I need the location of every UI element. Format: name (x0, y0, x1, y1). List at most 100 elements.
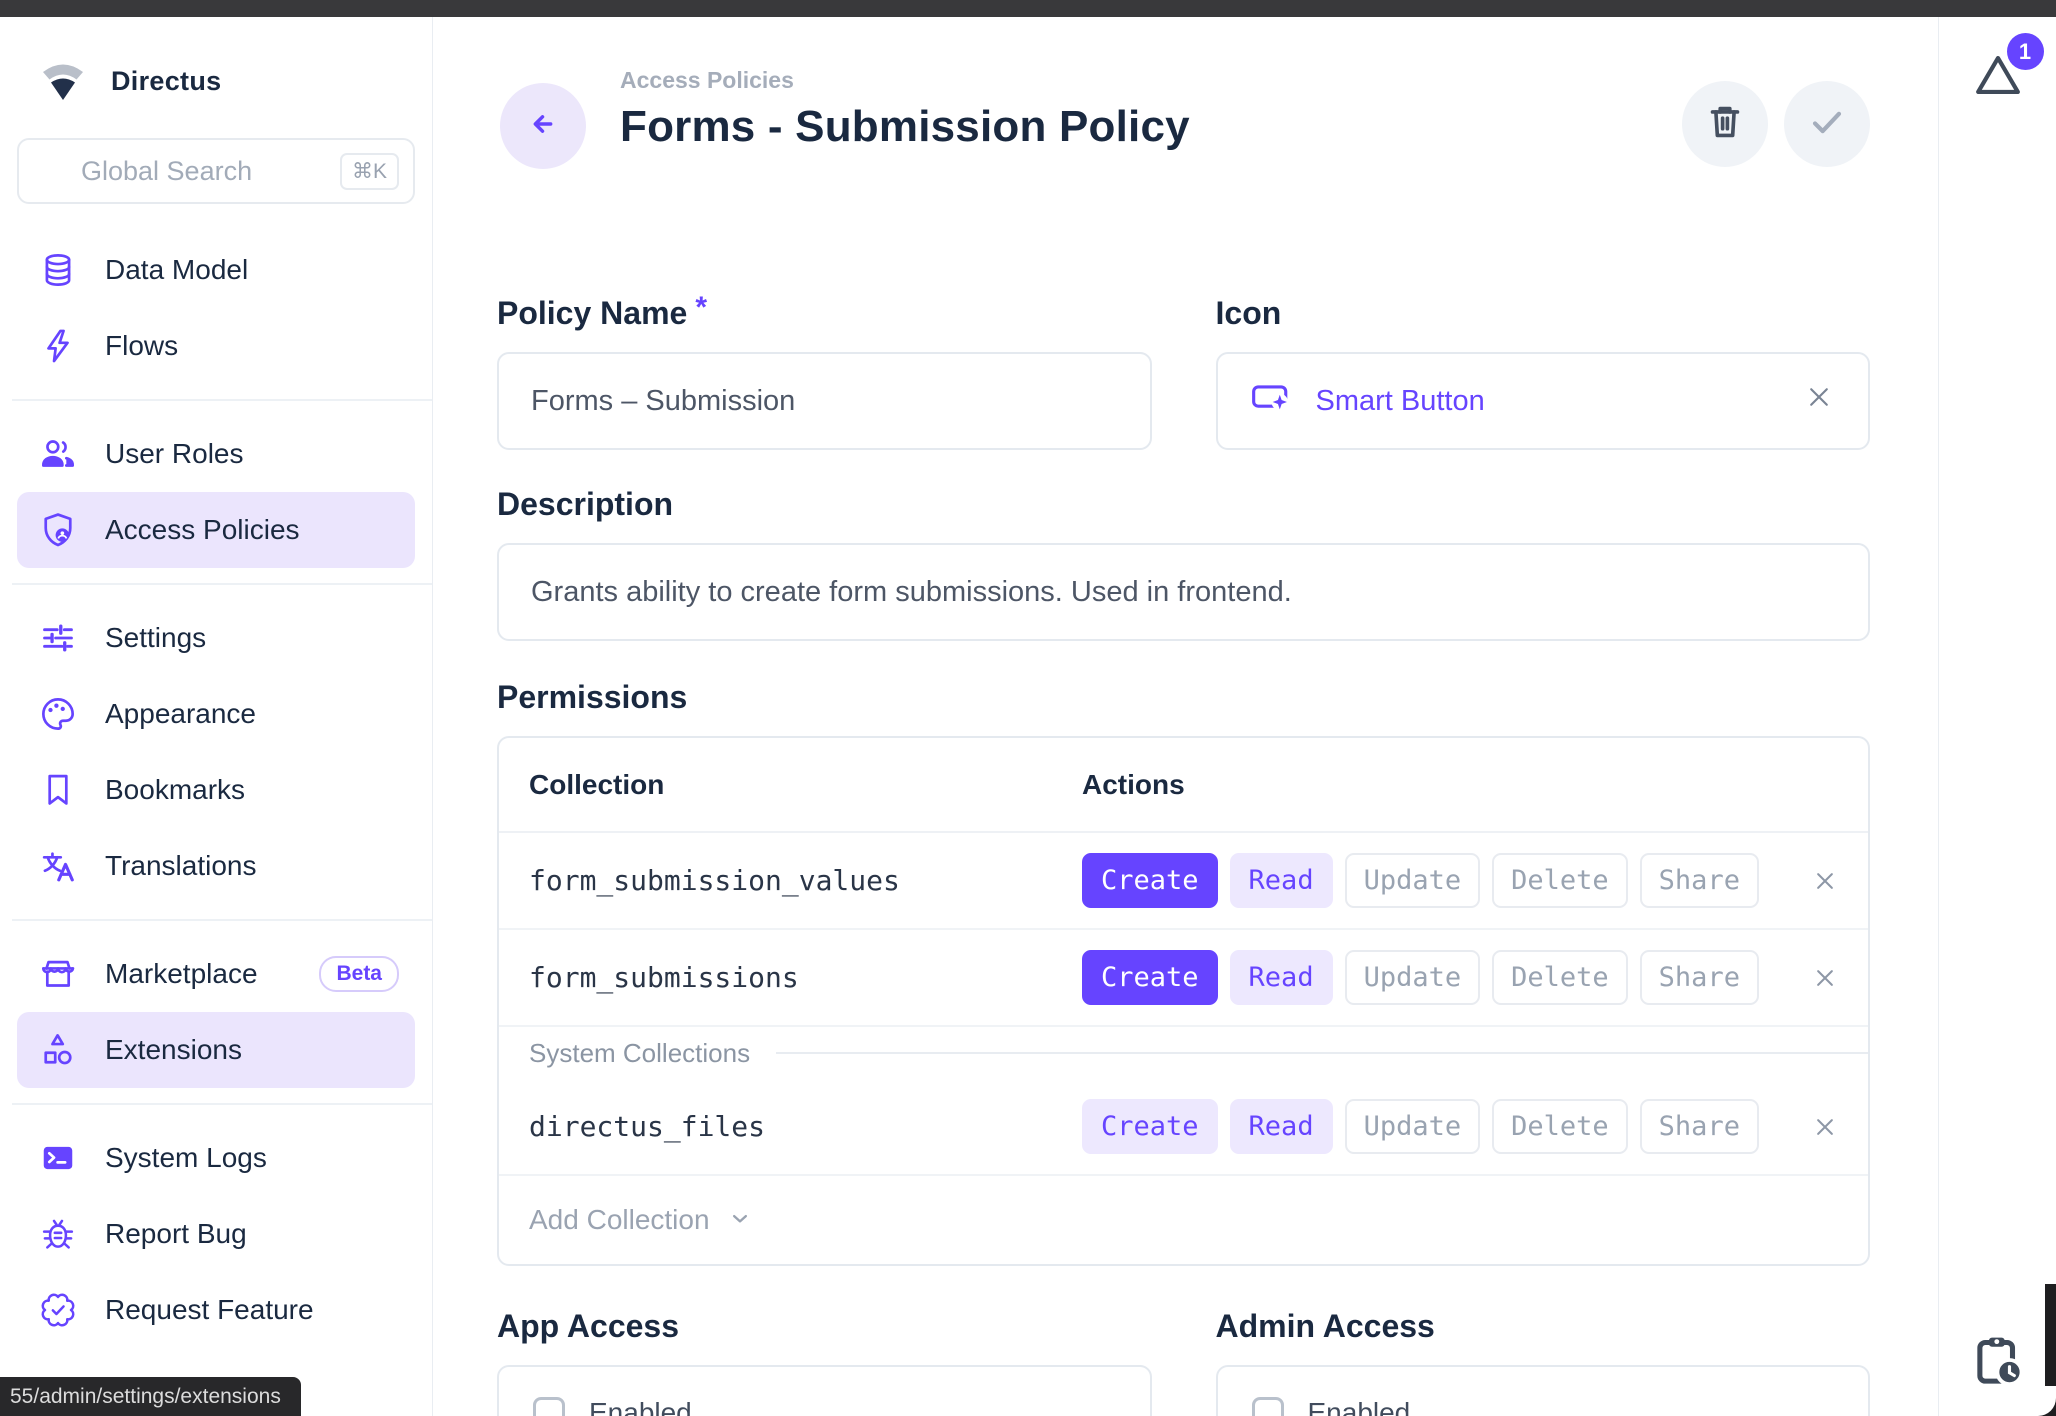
action-chip-create[interactable]: Create (1082, 853, 1218, 908)
admin-access-checkbox[interactable] (1252, 1397, 1284, 1416)
sidebar: Directus Global Search ⌘K Data Model Flo… (0, 17, 433, 1416)
people-icon (39, 435, 77, 473)
permission-collection-name: form_submissions (499, 961, 1082, 994)
action-chip-share[interactable]: Share (1640, 1099, 1759, 1154)
shield-user-icon (39, 511, 77, 549)
permission-actions: CreateReadUpdateDeleteShare (1082, 1099, 1868, 1154)
remove-permission-icon[interactable] (1810, 866, 1840, 896)
action-chip-share[interactable]: Share (1640, 853, 1759, 908)
storefront-icon (39, 955, 77, 993)
sidebar-divider (12, 1103, 432, 1105)
sidebar-item-flows[interactable]: Flows (17, 308, 415, 384)
permissions-table: Collection Actions form_submission_value… (497, 736, 1870, 1266)
sidebar-item-marketplace[interactable]: Marketplace Beta (17, 936, 415, 1012)
policy-name-label: Policy Name * (497, 295, 1152, 332)
description-label: Description (497, 486, 1870, 523)
sidebar-item-access-policies[interactable]: Access Policies (17, 492, 415, 568)
notifications-button[interactable]: 1 (1970, 47, 2026, 108)
system-collections-label: System Collections (529, 1038, 750, 1069)
action-chip-delete[interactable]: Delete (1492, 950, 1628, 1005)
sidebar-item-translations[interactable]: Translations (17, 828, 415, 904)
action-chip-create[interactable]: Create (1082, 950, 1218, 1005)
description-field-group: Description Grants ability to create for… (497, 486, 1870, 641)
permission-actions: CreateReadUpdateDeleteShare (1082, 950, 1868, 1005)
action-chip-delete[interactable]: Delete (1492, 853, 1628, 908)
main-content: Access Policies Forms - Submission Polic… (433, 17, 1938, 1416)
action-chip-update[interactable]: Update (1345, 1099, 1481, 1154)
chevron-down-icon (726, 1201, 754, 1240)
policy-name-field-group: Policy Name * Forms – Submission (497, 295, 1152, 450)
url-preview-tooltip: 55/admin/settings/extensions (0, 1377, 301, 1416)
permission-row: form_submissions CreateReadUpdateDeleteS… (499, 930, 1868, 1027)
terminal-icon (39, 1139, 77, 1177)
sidebar-divider (12, 399, 432, 401)
global-search-input[interactable]: Global Search ⌘K (17, 138, 415, 204)
search-shortcut-kbd: ⌘K (340, 153, 399, 190)
action-chip-update[interactable]: Update (1345, 853, 1481, 908)
sidebar-item-report-bug[interactable]: Report Bug (17, 1196, 415, 1272)
bolt-icon (39, 327, 77, 365)
activity-log-button[interactable] (1969, 1331, 2027, 1394)
action-chip-update[interactable]: Update (1345, 950, 1481, 1005)
action-chip-create[interactable]: Create (1082, 1099, 1218, 1154)
category-icon (39, 1031, 77, 1069)
save-button[interactable] (1784, 81, 1870, 167)
tune-icon (39, 619, 77, 657)
collection-column-header: Collection (499, 769, 1082, 801)
icon-label: Icon (1216, 295, 1871, 332)
seal-check-icon (39, 1291, 77, 1329)
sidebar-item-extensions[interactable]: Extensions (17, 1012, 415, 1088)
policy-name-input[interactable]: Forms – Submission (497, 352, 1152, 450)
title-block: Access Policies Forms - Submission Polic… (620, 63, 1190, 152)
sidebar-item-system-logs[interactable]: System Logs (17, 1120, 415, 1196)
sidebar-item-data-model[interactable]: Data Model (17, 232, 415, 308)
action-chip-read[interactable]: Read (1230, 950, 1333, 1005)
permissions-table-header: Collection Actions (499, 738, 1868, 833)
page-header: Access Policies Forms - Submission Polic… (497, 63, 1870, 169)
breadcrumb: Access Policies (620, 67, 1190, 94)
action-chip-read[interactable]: Read (1230, 853, 1333, 908)
required-asterisk: * (695, 295, 707, 321)
remove-permission-icon[interactable] (1810, 1112, 1840, 1142)
action-chip-share[interactable]: Share (1640, 950, 1759, 1005)
sidebar-nav: Data Model Flows User Roles Access Polic… (0, 232, 432, 1348)
clipboard-clock-icon (1969, 1376, 2027, 1393)
warning-triangle-icon (1970, 90, 2026, 107)
page-title: Forms - Submission Policy (620, 102, 1190, 152)
description-input[interactable]: Grants ability to create form submission… (497, 543, 1870, 641)
sidebar-item-settings[interactable]: Settings (17, 600, 415, 676)
header-actions (1682, 81, 1870, 167)
sidebar-divider (12, 919, 432, 921)
admin-access-checkbox-label: Enabled (1308, 1397, 1411, 1416)
action-chip-delete[interactable]: Delete (1492, 1099, 1628, 1154)
arrow-left-icon (520, 101, 566, 152)
sidebar-item-appearance[interactable]: Appearance (17, 676, 415, 752)
permissions-label: Permissions (497, 679, 1870, 716)
icon-input[interactable]: Smart Button (1216, 352, 1871, 450)
sidebar-item-request-feature[interactable]: Request Feature (17, 1272, 415, 1348)
bug-icon (39, 1215, 77, 1253)
directus-logo-icon (39, 55, 87, 108)
beta-badge: Beta (319, 956, 399, 992)
app-access-checkbox[interactable] (533, 1397, 565, 1416)
permission-collection-name: directus_files (499, 1110, 1082, 1143)
policy-form: Policy Name * Forms – Submission Icon (497, 295, 1870, 1416)
translate-icon (39, 847, 77, 885)
delete-button[interactable] (1682, 81, 1768, 167)
icon-value: Smart Button (1316, 385, 1485, 418)
app-access-group: App Access Enabled (497, 1308, 1152, 1416)
remove-permission-icon[interactable] (1810, 963, 1840, 993)
clear-icon-x[interactable] (1802, 380, 1836, 422)
admin-access-label: Admin Access (1216, 1308, 1871, 1345)
action-chip-read[interactable]: Read (1230, 1099, 1333, 1154)
search-placeholder: Global Search (81, 156, 340, 187)
system-collections-divider: System Collections (499, 1027, 1868, 1079)
admin-access-box: Enabled (1216, 1365, 1871, 1416)
add-collection-button[interactable]: Add Collection (499, 1176, 1868, 1264)
back-button[interactable] (500, 83, 586, 169)
sidebar-item-bookmarks[interactable]: Bookmarks (17, 752, 415, 828)
sidebar-item-user-roles[interactable]: User Roles (17, 416, 415, 492)
sidebar-divider (12, 583, 432, 585)
logo-row: Directus (0, 17, 432, 108)
actions-column-header: Actions (1082, 769, 1185, 801)
